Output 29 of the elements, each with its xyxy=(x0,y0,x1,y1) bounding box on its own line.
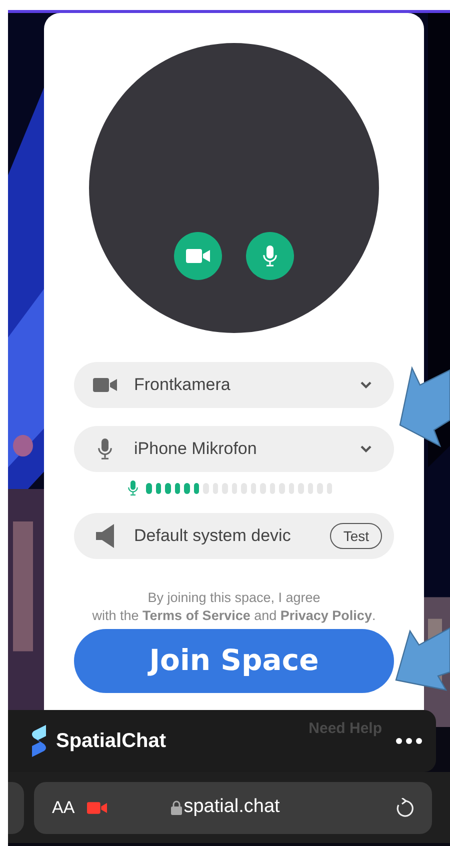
join-space-button[interactable]: Join Space xyxy=(74,629,394,693)
chevron-down-icon xyxy=(360,381,372,389)
microphone-toggle[interactable] xyxy=(246,232,294,280)
terms-notice: By joining this space, I agree with the Terms of Service and Privacy Policy. xyxy=(92,589,376,625)
microphone-icon xyxy=(98,437,112,461)
address-bar[interactable]: AA spatial.chat xyxy=(34,782,432,834)
text-size-button[interactable]: AA xyxy=(52,794,75,820)
lock-icon xyxy=(170,800,182,815)
chevron-down-icon xyxy=(360,445,372,453)
speaker-select[interactable]: Default system devic Test xyxy=(74,513,394,559)
camera-select[interactable]: Frontkamera xyxy=(74,362,394,408)
brand-name: SpatialChat xyxy=(56,729,166,754)
microphone-select[interactable]: iPhone Mikrofon xyxy=(74,426,394,472)
pointer-arrow xyxy=(395,626,450,691)
more-options-icon[interactable] xyxy=(396,738,422,744)
video-camera-icon xyxy=(93,377,117,393)
microphone-icon xyxy=(263,244,277,268)
video-camera-icon xyxy=(186,248,210,264)
test-button[interactable]: Test xyxy=(330,523,382,549)
reload-icon[interactable] xyxy=(396,798,414,818)
url-text: spatial.chat xyxy=(184,795,280,820)
device-label: Default system devic xyxy=(134,525,292,548)
microphone-icon xyxy=(128,480,138,496)
camera-toggle[interactable] xyxy=(174,232,222,280)
device-label: Frontkamera xyxy=(134,374,232,396)
video-camera-icon xyxy=(86,800,107,814)
logo-icon xyxy=(30,725,48,757)
speaker-icon xyxy=(96,524,114,548)
device-label: iPhone Mikrofon xyxy=(134,438,258,460)
